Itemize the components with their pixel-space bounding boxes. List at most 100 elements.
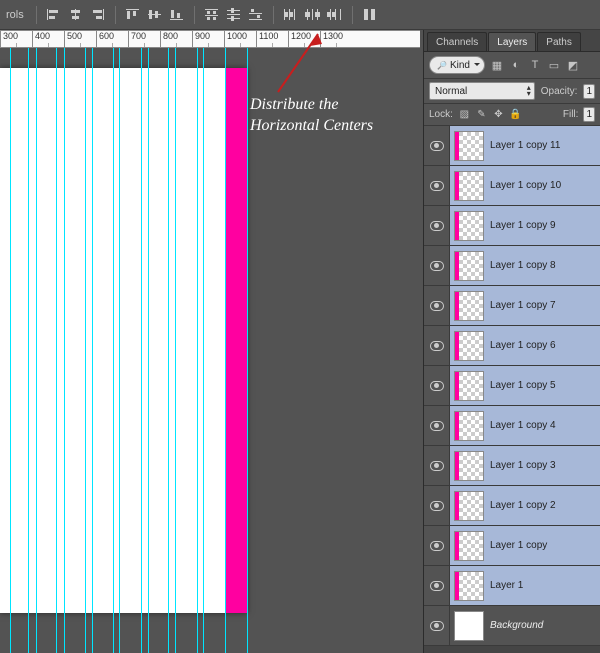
guide-line[interactable] [197, 48, 198, 653]
layer-thumbnail[interactable] [454, 611, 484, 641]
lock-image-icon[interactable]: ✎ [475, 108, 488, 121]
layer-name[interactable]: Layer 1 copy 2 [490, 500, 556, 511]
distribute-bottom-edges-icon[interactable] [247, 6, 265, 24]
guide-line[interactable] [168, 48, 169, 653]
layer-row[interactable]: Layer 1 copy 5 [424, 366, 600, 406]
layer-thumbnail[interactable] [454, 491, 484, 521]
smartobj-filter-icon[interactable]: ◩ [566, 58, 580, 72]
pixel-filter-icon[interactable]: ▦ [490, 58, 504, 72]
visibility-toggle[interactable] [424, 526, 450, 565]
blend-mode-dropdown[interactable]: Normal▴▾ [429, 82, 535, 100]
distribute-horizontal-centers-icon[interactable] [304, 6, 322, 24]
layer-name[interactable]: Layer 1 copy 3 [490, 460, 556, 471]
layer-thumbnail[interactable] [454, 251, 484, 281]
layer-thumbnail[interactable] [454, 531, 484, 561]
type-filter-icon[interactable]: T [528, 58, 542, 72]
layer-thumbnail[interactable] [454, 451, 484, 481]
visibility-toggle[interactable] [424, 246, 450, 285]
document[interactable] [0, 68, 247, 613]
guide-line[interactable] [141, 48, 142, 653]
canvas-area[interactable] [0, 48, 420, 653]
lock-transparency-icon[interactable]: ▨ [458, 108, 471, 121]
layer-row[interactable]: Layer 1 copy 7 [424, 286, 600, 326]
layer-row[interactable]: Layer 1 copy 6 [424, 326, 600, 366]
visibility-toggle[interactable] [424, 166, 450, 205]
layer-thumbnail[interactable] [454, 571, 484, 601]
layer-row[interactable]: Layer 1 copy 10 [424, 166, 600, 206]
visibility-toggle[interactable] [424, 486, 450, 525]
align-right-edges-icon[interactable] [89, 6, 107, 24]
layer-row[interactable]: Layer 1 copy 9 [424, 206, 600, 246]
layer-name[interactable]: Layer 1 copy 8 [490, 260, 556, 271]
layer-thumbnail[interactable] [454, 291, 484, 321]
guide-line[interactable] [148, 48, 149, 653]
layer-name[interactable]: Background [490, 620, 543, 631]
layers-list[interactable]: Layer 1 copy 11 Layer 1 copy 10 Layer 1 co… [424, 126, 600, 653]
layer-name[interactable]: Layer 1 copy 5 [490, 380, 556, 391]
guide-line[interactable] [225, 48, 226, 653]
visibility-toggle[interactable] [424, 286, 450, 325]
distribute-left-edges-icon[interactable] [282, 6, 300, 24]
layer-thumbnail[interactable] [454, 331, 484, 361]
guide-line[interactable] [10, 48, 11, 653]
align-top-edges-icon[interactable] [124, 6, 142, 24]
visibility-toggle[interactable] [424, 206, 450, 245]
tab-paths[interactable]: Paths [537, 32, 581, 51]
visibility-toggle[interactable] [424, 366, 450, 405]
layer-row[interactable]: Layer 1 copy 4 [424, 406, 600, 446]
lock-position-icon[interactable]: ✥ [492, 108, 505, 121]
align-left-edges-icon[interactable] [45, 6, 63, 24]
visibility-toggle[interactable] [424, 326, 450, 365]
layer-name[interactable]: Layer 1 copy 10 [490, 180, 561, 191]
lock-all-icon[interactable]: 🔒 [509, 108, 522, 121]
guide-line[interactable] [247, 48, 248, 653]
visibility-toggle[interactable] [424, 566, 450, 605]
guide-line[interactable] [85, 48, 86, 653]
guide-line[interactable] [175, 48, 176, 653]
layer-thumbnail[interactable] [454, 211, 484, 241]
layer-name[interactable]: Layer 1 copy 4 [490, 420, 556, 431]
guide-line[interactable] [203, 48, 204, 653]
layer-row[interactable]: Layer 1 copy 8 [424, 246, 600, 286]
layer-thumbnail[interactable] [454, 371, 484, 401]
layer-thumbnail[interactable] [454, 411, 484, 441]
align-vertical-centers-icon[interactable] [146, 6, 164, 24]
visibility-toggle[interactable] [424, 126, 450, 165]
auto-align-icon[interactable] [361, 6, 379, 24]
guide-line[interactable] [64, 48, 65, 653]
layer-name[interactable]: Layer 1 copy 11 [490, 140, 560, 151]
tab-layers[interactable]: Layers [488, 32, 536, 51]
layer-name[interactable]: Layer 1 [490, 580, 523, 591]
distribute-right-edges-icon[interactable] [326, 6, 344, 24]
layer-name[interactable]: Layer 1 copy 9 [490, 220, 556, 231]
tab-channels[interactable]: Channels [427, 32, 487, 51]
align-horizontal-centers-icon[interactable] [67, 6, 85, 24]
guide-line[interactable] [28, 48, 29, 653]
guide-line[interactable] [92, 48, 93, 653]
layer-row[interactable]: Layer 1 copy [424, 526, 600, 566]
fill-value[interactable]: 1 [583, 107, 595, 122]
layer-row[interactable]: Layer 1 copy 11 [424, 126, 600, 166]
layer-name[interactable]: Layer 1 copy [490, 540, 547, 551]
layer-row[interactable]: Layer 1 copy 3 [424, 446, 600, 486]
visibility-toggle[interactable] [424, 606, 450, 645]
layer-row[interactable]: Layer 1 copy 2 [424, 486, 600, 526]
align-bottom-edges-icon[interactable] [168, 6, 186, 24]
adjustment-filter-icon[interactable]: ◐ [509, 58, 523, 72]
layer-thumbnail[interactable] [454, 131, 484, 161]
layer-name[interactable]: Layer 1 copy 7 [490, 300, 556, 311]
filter-kind-dropdown[interactable]: Kind [429, 56, 485, 74]
guide-line[interactable] [36, 48, 37, 653]
distribute-vertical-centers-icon[interactable] [225, 6, 243, 24]
visibility-toggle[interactable] [424, 406, 450, 445]
layer-thumbnail[interactable] [454, 171, 484, 201]
opacity-value[interactable]: 1 [583, 84, 595, 99]
guide-line[interactable] [119, 48, 120, 653]
shape-filter-icon[interactable]: ▭ [547, 58, 561, 72]
layer-name[interactable]: Layer 1 copy 6 [490, 340, 556, 351]
visibility-toggle[interactable] [424, 446, 450, 485]
layer-row[interactable]: Layer 1 [424, 566, 600, 606]
guide-line[interactable] [56, 48, 57, 653]
guide-line[interactable] [113, 48, 114, 653]
layer-row[interactable]: Background [424, 606, 600, 646]
